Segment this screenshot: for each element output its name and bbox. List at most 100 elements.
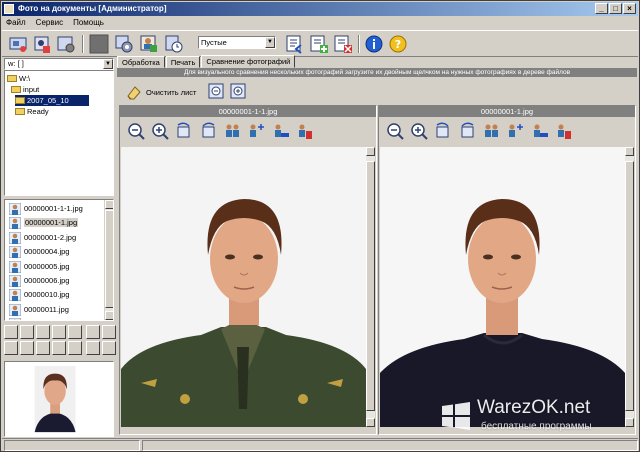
folder-icon	[11, 86, 21, 93]
delete-photo-icon[interactable]	[294, 121, 314, 141]
zoom-out-icon[interactable]	[385, 121, 405, 141]
photo-scrollbar[interactable]	[625, 147, 634, 427]
tree-node-label: 2007_05_10	[27, 96, 69, 105]
tree-node-2007-05-10[interactable]: 2007_05_10	[15, 95, 89, 106]
scroll-up-button[interactable]	[366, 147, 375, 156]
file-list-item[interactable]: 00000001-2.jpg	[7, 231, 76, 245]
scroll-down-button[interactable]	[105, 311, 113, 320]
file-list: 00000001-1-1.jpg 00000001-1.jpg 00000001-2…	[4, 199, 114, 321]
rotate-right-icon[interactable]	[198, 121, 218, 141]
gear-icon[interactable]	[113, 33, 135, 55]
zoom-in-all-icon[interactable]	[229, 82, 249, 102]
tab-processing[interactable]: Обработка	[117, 56, 165, 68]
app-icon	[4, 4, 14, 14]
file-list-item[interactable]: 00000004.jpg	[7, 245, 69, 259]
zoom-out-all-icon[interactable]	[207, 82, 227, 102]
flip-vertical-icon[interactable]	[505, 121, 525, 141]
folder-tree: W:\ input 2007_05_10 Ready	[4, 70, 114, 196]
user-move-icon[interactable]	[52, 341, 66, 355]
zoom-in-icon[interactable]	[150, 121, 170, 141]
flip-horizontal-icon[interactable]	[222, 121, 242, 141]
photo-view-uniform[interactable]	[121, 147, 366, 427]
file-list-item[interactable]: 00000005.jpg	[7, 260, 69, 274]
scroll-thumb[interactable]	[105, 210, 113, 308]
file-name: 00000001-1.jpg	[24, 218, 79, 228]
compare-toolbar: Очистить лист	[117, 79, 637, 103]
user-print-icon[interactable]	[36, 341, 50, 355]
drive-select[interactable]: w: [ ] ▼	[4, 58, 114, 70]
user-folder-icon[interactable]	[52, 325, 66, 339]
file-list-item[interactable]: 00000010.jpg	[7, 288, 69, 302]
scroll-thumb[interactable]	[625, 161, 634, 411]
gray-square-icon[interactable]	[88, 33, 110, 55]
file-list-item[interactable]: 00000001-1.jpg	[7, 216, 79, 230]
settings-photo-icon[interactable]	[55, 33, 77, 55]
scroll-thumb[interactable]	[366, 161, 375, 411]
list-delete-icon[interactable]	[332, 33, 354, 55]
filter-select[interactable]: Пустые ▼	[198, 36, 276, 49]
list-add-icon[interactable]	[308, 33, 330, 55]
status-panel-1	[4, 440, 140, 451]
chevron-down-icon[interactable]: ▼	[265, 37, 275, 48]
image-rotate-icon[interactable]	[102, 341, 116, 355]
menu-help[interactable]: Помощь	[73, 16, 104, 29]
user-up-icon[interactable]	[20, 325, 34, 339]
file-list-item[interactable]: 00000019.jpg	[7, 317, 69, 320]
delete-photo-icon[interactable]	[553, 121, 573, 141]
watermark-subtitle: бесплатные программы	[481, 421, 592, 432]
user-down-icon[interactable]	[36, 325, 50, 339]
tab-compare[interactable]: Сравнение фотографий	[201, 55, 296, 68]
user-photo-icon	[9, 217, 21, 230]
scroll-up-button[interactable]	[625, 147, 634, 156]
tree-node-label: Ready	[27, 107, 49, 116]
remove-photo-icon[interactable]	[529, 121, 549, 141]
maximize-button[interactable]: □	[609, 3, 622, 14]
windows-logo-icon	[442, 402, 470, 430]
info-icon[interactable]	[363, 33, 385, 55]
tree-node-input[interactable]: input	[11, 84, 39, 95]
menu-file[interactable]: Файл	[6, 16, 26, 29]
zoom-in-icon[interactable]	[409, 121, 429, 141]
pencil-icon[interactable]	[4, 341, 18, 355]
close-button[interactable]: ×	[623, 3, 636, 14]
clear-sheet-button[interactable]: Очистить лист	[125, 82, 196, 102]
menu-service[interactable]: Сервис	[36, 16, 63, 29]
tab-print[interactable]: Печать	[165, 56, 201, 68]
tree-node-ready[interactable]: Ready	[15, 106, 49, 117]
scroll-down-button[interactable]	[366, 418, 375, 427]
rotate-right-icon[interactable]	[457, 121, 477, 141]
flip-vertical-icon[interactable]	[246, 121, 266, 141]
help-icon[interactable]: ?	[387, 33, 409, 55]
drive-select-value: w: [ ]	[8, 59, 24, 68]
image-edit-icon[interactable]	[102, 325, 116, 339]
file-action-buttons	[4, 325, 116, 359]
list-back-icon[interactable]	[284, 33, 306, 55]
tree-node-root[interactable]: W:\	[7, 73, 30, 84]
user-icon[interactable]	[138, 33, 160, 55]
image-icon[interactable]	[86, 325, 100, 339]
user-remove-icon[interactable]	[68, 341, 82, 355]
minimize-button[interactable]: _	[595, 3, 608, 14]
user-copy-icon[interactable]	[20, 341, 34, 355]
file-list-scrollbar[interactable]	[104, 200, 113, 320]
flip-horizontal-icon[interactable]	[481, 121, 501, 141]
zoom-out-icon[interactable]	[126, 121, 146, 141]
portrait-sweater-image	[380, 147, 625, 427]
user-delete-icon[interactable]	[68, 325, 82, 339]
photo-scrollbar[interactable]	[366, 147, 375, 427]
remove-photo-icon[interactable]	[270, 121, 290, 141]
clock-icon[interactable]	[163, 33, 185, 55]
scroll-up-button[interactable]	[105, 200, 113, 209]
user-add-icon[interactable]	[4, 325, 18, 339]
chevron-down-icon[interactable]: ▼	[103, 59, 113, 69]
rotate-left-icon[interactable]	[174, 121, 194, 141]
camera-icon[interactable]	[31, 33, 53, 55]
file-list-item[interactable]: 00000006.jpg	[7, 274, 69, 288]
file-name: 00000006.jpg	[24, 276, 70, 285]
file-list-item[interactable]: 00000011.jpg	[7, 303, 69, 317]
file-list-item[interactable]: 00000001-1-1.jpg	[7, 202, 83, 216]
image-crop-icon[interactable]	[86, 341, 100, 355]
photo-view-sweater[interactable]	[380, 147, 625, 427]
scan-icon[interactable]	[7, 33, 29, 55]
rotate-left-icon[interactable]	[433, 121, 453, 141]
